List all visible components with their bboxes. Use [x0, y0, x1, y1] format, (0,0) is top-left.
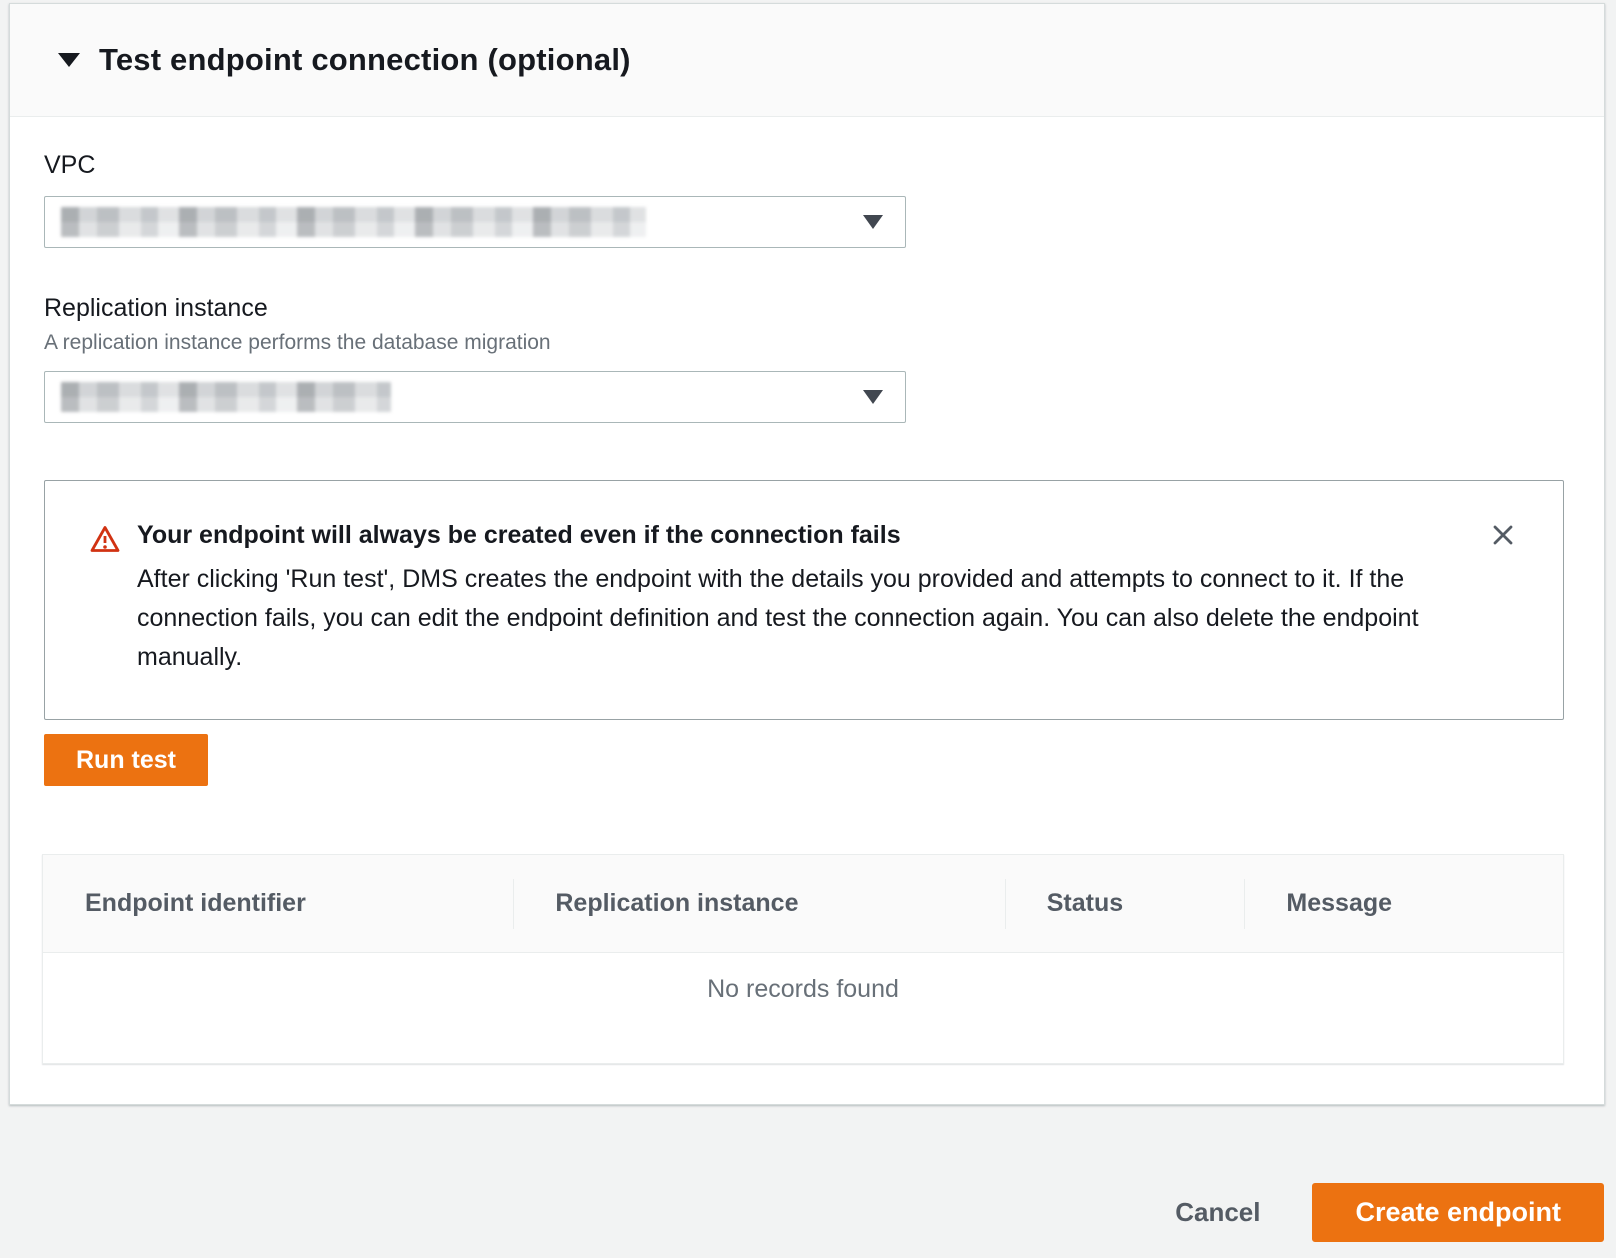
- column-header-status: Status: [1005, 855, 1245, 952]
- section-body: VPC Replication instance A replication i…: [10, 117, 1604, 1104]
- replication-instance-selected-value-redacted: [61, 382, 391, 412]
- run-test-button[interactable]: Run test: [44, 734, 208, 786]
- form-footer: Cancel Create endpoint: [0, 1105, 1616, 1258]
- create-endpoint-button[interactable]: Create endpoint: [1312, 1183, 1604, 1242]
- warning-content: Your endpoint will always be created eve…: [137, 521, 1437, 677]
- column-header-endpoint-identifier: Endpoint identifier: [43, 855, 513, 952]
- section-header[interactable]: Test endpoint connection (optional): [10, 4, 1604, 117]
- replication-instance-description: A replication instance performs the data…: [44, 331, 1564, 355]
- test-endpoint-connection-section: Test endpoint connection (optional) VPC …: [9, 3, 1605, 1105]
- collapse-caret-icon[interactable]: [58, 53, 80, 67]
- cancel-button[interactable]: Cancel: [1175, 1183, 1260, 1242]
- replication-instance-label: Replication instance: [44, 294, 1564, 323]
- test-results-table: Endpoint identifier Replication instance…: [42, 854, 1564, 1064]
- vpc-selected-value-redacted: [61, 207, 646, 237]
- warning-triangle-icon: [89, 523, 121, 677]
- table-header-row: Endpoint identifier Replication instance…: [43, 855, 1563, 953]
- column-header-replication-instance: Replication instance: [513, 855, 1004, 952]
- replication-instance-select[interactable]: [44, 371, 906, 423]
- close-icon[interactable]: [1485, 517, 1521, 553]
- vpc-label: VPC: [44, 151, 1564, 180]
- warning-title: Your endpoint will always be created eve…: [137, 521, 1437, 550]
- chevron-down-icon: [863, 215, 883, 229]
- vpc-select[interactable]: [44, 196, 906, 248]
- column-header-message: Message: [1244, 855, 1563, 952]
- table-empty-state: No records found: [43, 953, 1563, 1063]
- chevron-down-icon: [863, 390, 883, 404]
- warning-banner: Your endpoint will always be created eve…: [44, 480, 1564, 720]
- warning-body-text: After clicking 'Run test', DMS creates t…: [137, 560, 1437, 677]
- section-title: Test endpoint connection (optional): [99, 42, 631, 78]
